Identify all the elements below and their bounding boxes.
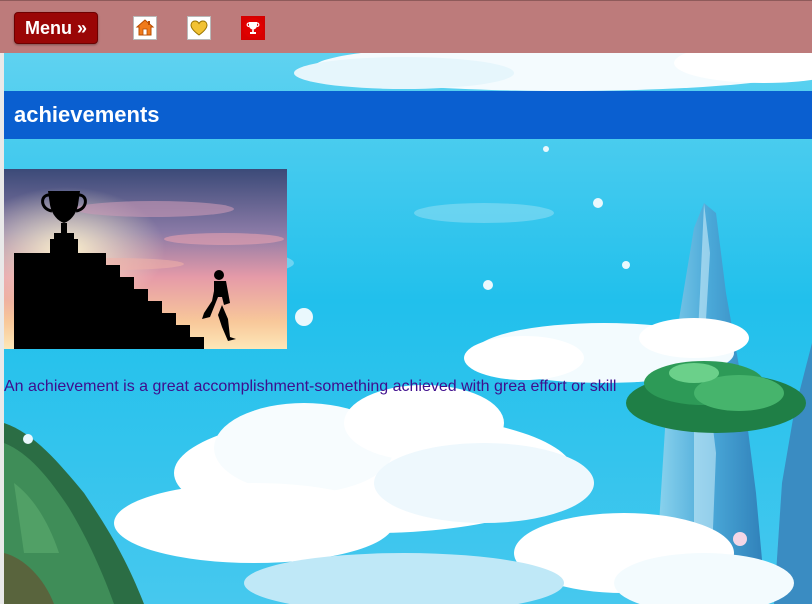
home-icon[interactable] bbox=[133, 16, 157, 40]
page-header: achievements bbox=[4, 91, 812, 139]
page-title: achievements bbox=[14, 102, 160, 127]
heart-icon[interactable] bbox=[187, 16, 211, 40]
top-nav-bar: Menu » bbox=[0, 0, 812, 53]
achievement-image bbox=[4, 169, 287, 349]
achievement-description: An achievement is a great accomplishment… bbox=[4, 378, 617, 395]
menu-button[interactable]: Menu » bbox=[14, 12, 98, 44]
trophy-icon[interactable] bbox=[241, 16, 265, 40]
